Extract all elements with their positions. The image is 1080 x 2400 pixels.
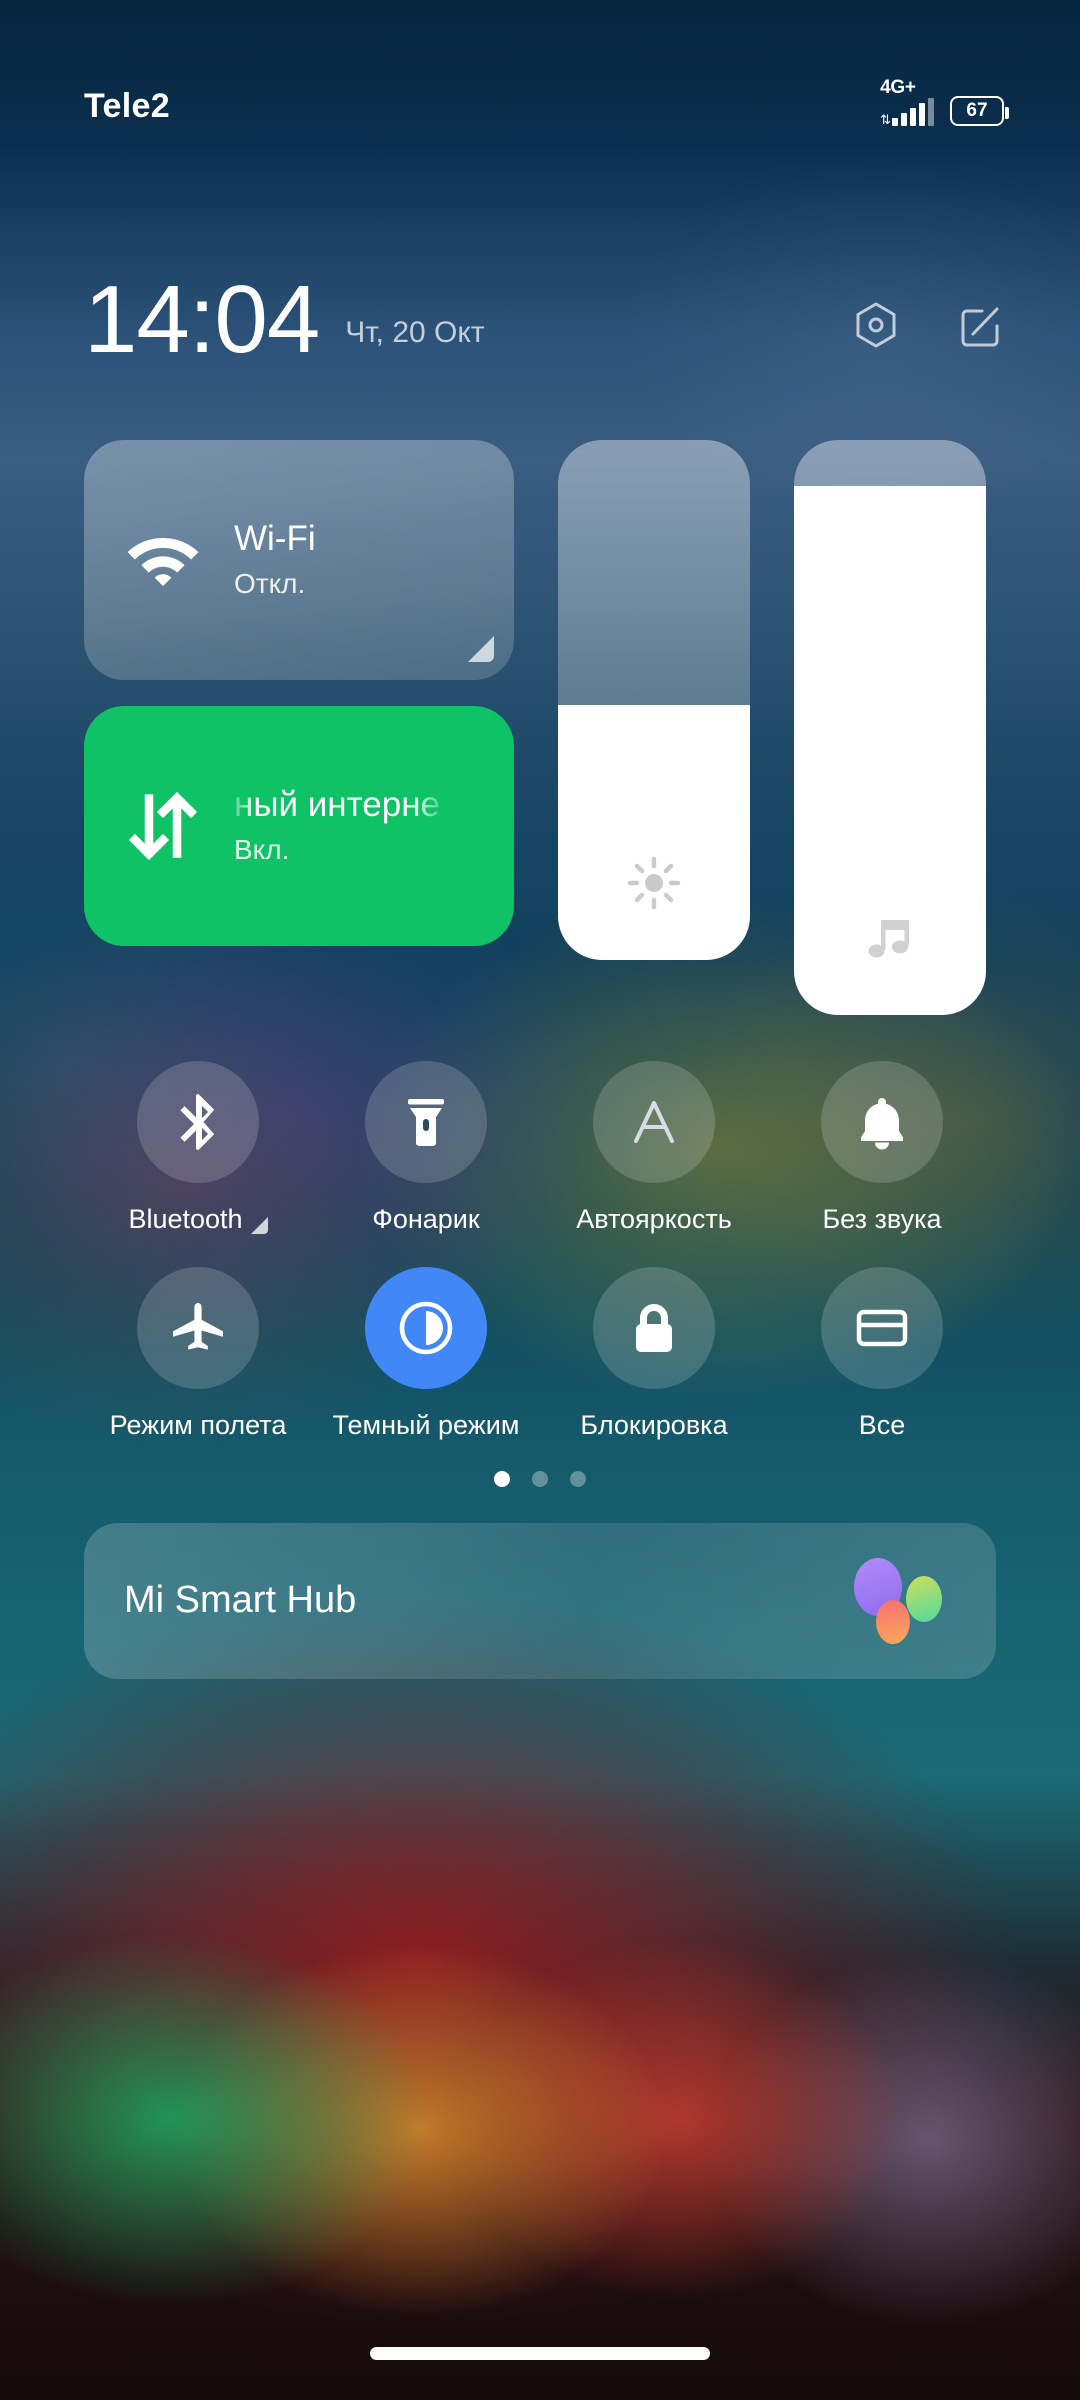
toggle-bluetooth[interactable]: Bluetooth [84,1061,312,1237]
music-note-icon [863,912,917,971]
status-bar: Tele2 4G+ ⇅ 67 [0,0,1080,160]
mobile-data-tile-title: ный интерне [234,785,441,824]
wifi-icon [124,530,202,590]
all-toggle-circle[interactable] [821,1266,943,1389]
toggle-all-label-row: Все [787,1409,977,1443]
mobile-data-tile-status: Вкл. [234,834,290,866]
toggle-airplane-mode-label-row: Режим полета [103,1409,293,1443]
tiles-and-sliders-row: Wi-Fi Откл. ный интерне Вкл. [84,440,996,1015]
header-actions [852,301,1004,349]
clock-date: Чт, 20 Окт [345,316,485,349]
panel-header: 14:04 Чт, 20 Окт [84,255,1004,385]
toggle-screen-lock[interactable]: Блокировка [540,1266,768,1443]
wifi-tile-text: Wi-Fi Откл. [234,520,316,601]
toggle-screen-lock-label-row: Блокировка [559,1409,749,1443]
wifi-tile-title: Wi-Fi [234,519,316,558]
toggle-silent-label: Без звука [822,1204,942,1234]
edit-pencil-icon[interactable] [956,301,1004,349]
page-dot-1[interactable] [494,1470,510,1487]
toggle-airplane-mode-label: Режим полета [109,1409,287,1440]
brightness-slider[interactable] [558,440,750,960]
toggle-screen-lock-label: Блокировка [580,1409,728,1440]
wifi-tile[interactable]: Wi-Fi Откл. [84,440,514,680]
wifi-expand-arrow-icon[interactable] [468,636,494,662]
quick-settings-panel: Wi-Fi Откл. ный интерне Вкл. Bluetooth Ф… [84,440,996,1679]
signal-bars-row: ⇅ [880,98,934,126]
toggle-all[interactable]: Все [768,1266,996,1443]
toggle-flashlight-label-row: Фонарик [331,1203,521,1237]
toggle-all-label: Все [858,1409,906,1440]
toggles-grid: Bluetooth Фонарик Автояркость Без звука … [84,1061,996,1443]
airplane-toggle-circle[interactable] [137,1266,259,1389]
clock-time: 14:04 [84,266,320,373]
toggle-auto-brightness-label: Автояркость [576,1204,732,1234]
carrier-label: Tele2 [84,87,170,125]
bluetooth-toggle-circle[interactable] [137,1061,259,1183]
mi-smart-hub-title: Mi Smart Hub [124,1579,357,1621]
network-type-label: 4G+ [880,77,916,98]
status-bar-right: 4G+ ⇅ 67 [880,78,1009,126]
toggle-airplane-mode[interactable]: Режим полета [84,1266,312,1443]
toggle-bluetooth-label-row: Bluetooth [103,1203,293,1237]
lock-toggle-circle[interactable] [593,1266,715,1389]
data-activity-arrows-icon: ⇅ [880,112,891,127]
mi-smart-hub-card[interactable]: Mi Smart Hub [84,1522,996,1679]
toggle-silent[interactable]: Без звука [768,1061,996,1237]
toggle-auto-brightness-label-row: Автояркость [559,1203,749,1237]
wifi-tile-status: Откл. [234,568,306,600]
volume-slider[interactable] [794,440,986,1015]
page-dot-2[interactable] [532,1470,548,1487]
toggle-flashlight-label: Фонарик [372,1204,480,1234]
mobile-data-tile-text: ный интерне Вкл. [234,786,440,867]
toggle-auto-brightness[interactable]: Автояркость [540,1061,768,1237]
page-indicator-dots[interactable] [84,1470,996,1487]
toggle-dark-mode[interactable]: Темный режим [312,1266,540,1443]
silent-toggle-circle[interactable] [821,1061,943,1183]
home-indicator-bar[interactable] [370,2347,710,2360]
hexagon-settings-icon[interactable] [852,301,900,349]
data-transfer-icon [124,787,202,865]
brightness-slider-fill [558,705,750,960]
mobile-data-tile[interactable]: ный интерне Вкл. [84,706,514,946]
flashlight-toggle-circle[interactable] [365,1061,487,1183]
mi-ai-dots-icon [850,1557,946,1644]
auto-brightness-toggle-circle[interactable] [593,1061,715,1183]
big-tiles-column: Wi-Fi Откл. ный интерне Вкл. [84,440,514,946]
battery-percent-label: 67 [966,100,988,121]
page-dot-3[interactable] [570,1470,586,1487]
bluetooth-expand-arrow-icon[interactable] [250,1217,268,1234]
signal-bars-icon [892,98,934,126]
toggle-silent-label-row: Без звука [787,1203,977,1237]
brightness-sun-icon [626,855,682,916]
toggle-bluetooth-label: Bluetooth [128,1204,243,1234]
battery-icon: 67 [950,96,1009,126]
toggle-flashlight[interactable]: Фонарик [312,1061,540,1237]
dark-mode-toggle-circle[interactable] [365,1266,487,1389]
toggle-dark-mode-label: Темный режим [332,1409,520,1440]
signal-indicator: 4G+ ⇅ [880,78,934,126]
toggle-dark-mode-label-row: Темный режим [331,1409,521,1443]
